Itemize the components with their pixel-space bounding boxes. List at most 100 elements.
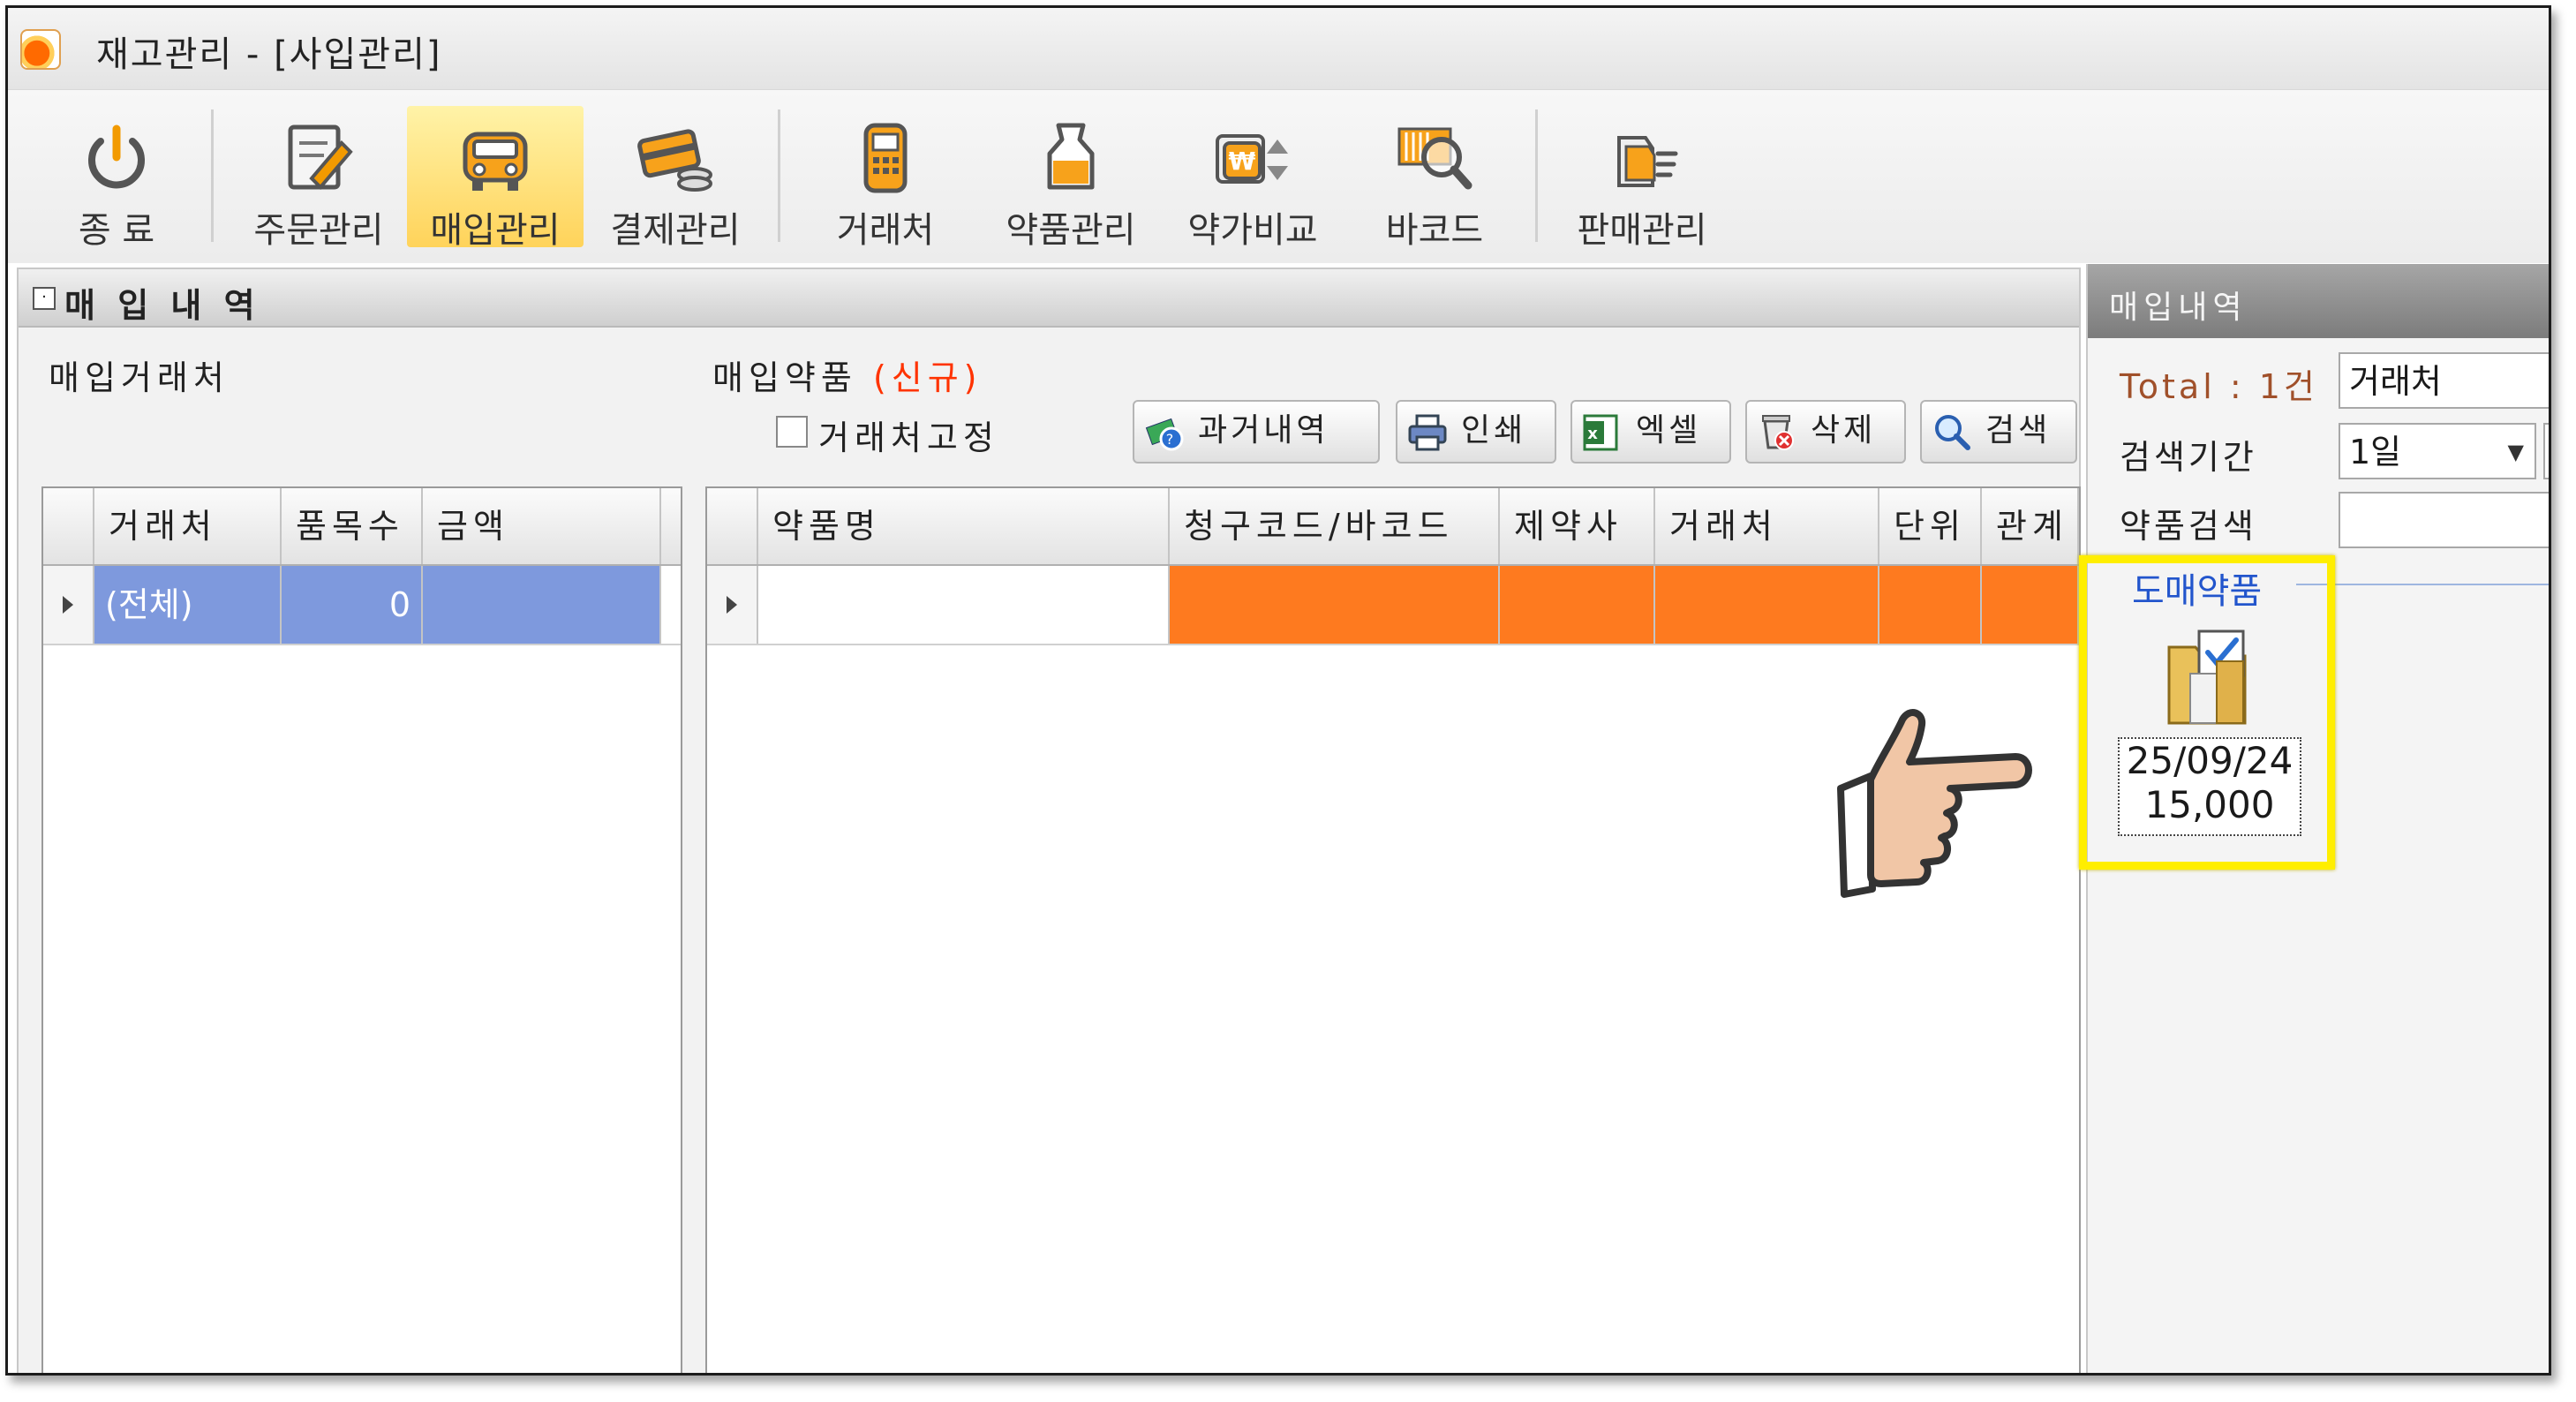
sales-management-button[interactable]: 판매관리 [1558,106,1726,251]
purchase-management-button[interactable]: 매입관리 [407,106,584,251]
sidebar-title: 매입내역 [2109,290,2248,326]
truck-icon [463,132,528,191]
drug-search-input[interactable] [2339,492,2549,548]
column-header-vendor[interactable]: 거래처 [1655,488,1879,564]
payment-management-button[interactable]: 결제관리 [596,106,755,251]
title-bar: 재고관리 - [사입관리] [8,8,2549,89]
toolbar-divider [211,109,214,242]
barcode-button[interactable]: 바코드 [1355,106,1514,251]
vendor-grid-header: 거래처 품목수 금액 [43,488,681,566]
drug-management-button[interactable]: 약품관리 [991,106,1150,251]
period-extra-field[interactable] [2543,423,2549,479]
medicine-bottle-icon [1047,123,1095,190]
card-coins-icon [637,129,712,192]
period-select-value: 1일 [2349,433,2402,471]
delete-button-label: 삭제 [1811,412,1877,448]
order-management-button[interactable]: 주문관리 [239,106,398,251]
toolbar-divider [1535,109,1538,242]
column-header-code[interactable]: 청구코드/바코드 [1170,488,1500,564]
drug-grid-header: 약품명 청구코드/바코드 제약사 거래처 단위 관계 [707,488,2079,566]
collapse-toggle[interactable]: · [33,287,56,310]
svg-text:x: x [1587,425,1601,443]
drug-management-label: 약품관리 [1006,210,1136,251]
fix-vendor-checkbox[interactable] [776,416,808,448]
current-row-icon [63,596,73,614]
drug-section-title: 매입약품 [712,358,857,397]
vendor-filter-field[interactable]: 거래처 [2339,352,2549,409]
price-compare-label: 약가비교 [1187,210,1318,251]
vendor-button[interactable]: 거래처 [806,106,965,251]
new-status-label: (신규) [872,358,983,397]
purchase-date: 25/09/24 [2126,739,2294,782]
calculator-phone-icon [863,123,908,193]
vendor-cell[interactable] [1655,566,1879,644]
toolbar-divider [778,109,780,242]
relation-cell[interactable] [1982,566,2079,644]
column-header-item-count[interactable]: 품목수 [282,488,423,564]
row-selector-header [707,488,758,564]
delete-icon [1762,415,1794,450]
purchase-tile-label[interactable]: 25/09/24 15,000 [2118,737,2301,836]
pointing-hand-icon [1837,709,2032,898]
column-header-maker[interactable]: 제약사 [1500,488,1655,564]
history-icon: ? [1145,418,1184,451]
exit-button[interactable]: 종 료 [50,106,183,251]
period-select[interactable]: 1일 ▼ [2339,423,2536,479]
search-button-label: 검색 [1985,412,2052,448]
unit-cell[interactable] [1879,566,1982,644]
row-selector[interactable] [707,566,758,644]
sales-management-label: 판매관리 [1577,210,1707,251]
purchase-amount: 15,000 [2144,783,2275,826]
folder-check-icon[interactable] [2164,626,2252,728]
order-management-label: 주문관리 [253,210,384,251]
purchase-detail-panel: · 매 입 내 역 매입거래처 매입약품 (신규) 거래처고정 ? 과거내역 인… [17,268,2081,1373]
row-selector[interactable] [43,566,94,644]
history-button-label: 과거내역 [1198,412,1329,448]
printer-icon [1408,414,1447,451]
table-row[interactable]: (전체) 0 [43,566,681,645]
panel-header: · 매 입 내 역 [19,269,2079,328]
window-title: 재고관리 - [사입관리] [96,34,442,75]
drug-grid: 약품명 청구코드/바코드 제약사 거래처 단위 관계 [705,486,2081,1373]
drug-name-cell[interactable] [758,566,1170,644]
barcode-label: 바코드 [1385,210,1484,251]
barcode-magnifier-icon [1397,127,1473,190]
vendor-label: 거래처 [836,210,935,251]
fix-vendor-label: 거래처고정 [818,418,999,457]
maker-cell[interactable] [1500,566,1655,644]
table-row[interactable] [707,566,2079,645]
exit-label: 종 료 [78,210,155,251]
column-header-amount[interactable]: 금액 [423,488,661,564]
won-compare-icon: ₩ [1216,134,1288,184]
vendor-cell[interactable]: (전체) [94,566,282,644]
column-header-relation[interactable]: 관계 [1982,488,2079,564]
column-header-drug-name[interactable]: 약품명 [758,488,1170,564]
vendor-section-label: 매입거래처 [49,358,230,397]
code-cell[interactable] [1170,566,1500,644]
column-header-unit[interactable]: 단위 [1879,488,1982,564]
excel-button[interactable]: x 엑셀 [1570,400,1731,464]
column-header-vendor[interactable]: 거래처 [94,488,282,564]
vendor-grid: 거래처 품목수 금액 (전체) 0 [41,486,682,1373]
total-count-label: Total : 1건 [2120,367,2318,406]
print-button-label: 인쇄 [1461,412,1527,448]
drug-section-label: 매입약품 (신규) [712,350,983,399]
history-button[interactable]: ? 과거내역 [1133,400,1380,464]
panel-title: 매 입 내 역 [64,286,260,325]
period-label: 검색기간 [2120,438,2257,477]
power-icon [88,124,145,189]
row-selector-header [43,488,94,564]
item-count-cell[interactable]: 0 [282,566,423,644]
sidebar-header: 매입내역 [2088,264,2549,338]
search-button[interactable]: 검색 [1920,400,2077,464]
search-icon [1935,415,1970,450]
print-button[interactable]: 인쇄 [1396,400,1556,464]
app-window: 재고관리 - [사입관리] 종 료 주문관리 매입관리 결제관리 거래처 약품관… [5,5,2551,1376]
price-compare-button[interactable]: ₩ 약가비교 [1173,106,1332,251]
chevron-down-icon: ▼ [2507,440,2524,464]
excel-icon: x [1583,414,1618,451]
drug-search-label: 약품검색 [2120,507,2257,546]
amount-cell[interactable] [423,566,661,644]
svg-text:₩: ₩ [1229,147,1256,176]
delete-button[interactable]: 삭제 [1745,400,1906,464]
